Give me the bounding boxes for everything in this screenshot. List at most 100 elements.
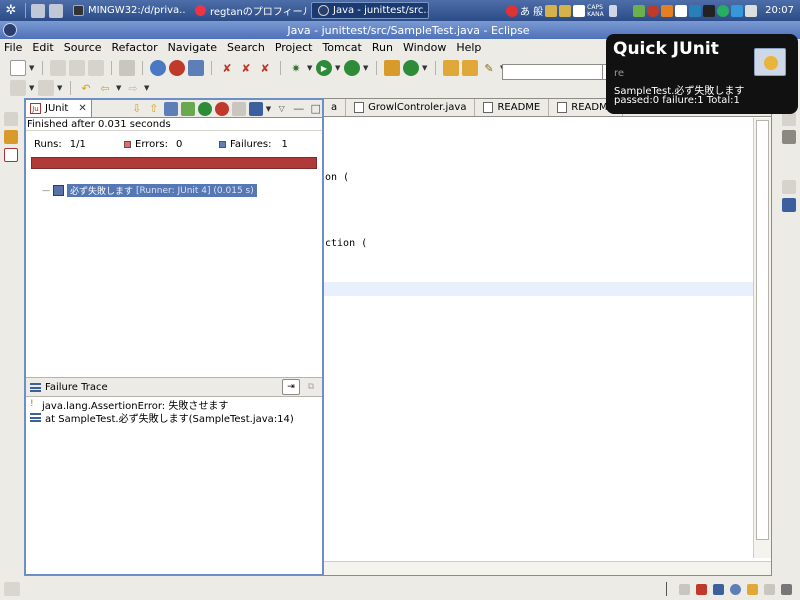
editor-area[interactable]: a GrowlControler.java README README on (… <box>322 98 772 576</box>
minimize-icon[interactable]: — <box>292 102 306 116</box>
maximize-icon[interactable]: □ <box>309 102 323 116</box>
search-combo[interactable]: ▼ <box>502 64 617 80</box>
task-list-icon[interactable] <box>782 198 796 212</box>
restore-icon[interactable] <box>4 112 18 126</box>
eclipse-icon[interactable] <box>3 23 17 37</box>
menu-run[interactable]: Run <box>372 41 393 54</box>
status-icon[interactable] <box>747 583 758 595</box>
status-icon[interactable] <box>781 583 792 595</box>
ime-tool-icon[interactable] <box>545 4 558 17</box>
ime-mode[interactable]: あ 般 <box>520 3 543 18</box>
tree-item[interactable]: — 必ず失敗します [Runner: JUnit 4] (0.015 s) <box>42 184 257 197</box>
prev-failure-icon[interactable]: ⇧ <box>147 102 161 116</box>
layout-icon[interactable] <box>180 101 195 116</box>
menu-window[interactable]: Window <box>403 41 446 54</box>
stop-server-icon[interactable] <box>169 60 185 76</box>
tool-icon[interactable]: ✘ <box>219 60 235 76</box>
tray-app-icon[interactable] <box>661 4 674 17</box>
tray-app-icon[interactable] <box>633 4 646 17</box>
tray-app-icon[interactable] <box>647 4 660 17</box>
menu-project[interactable]: Project <box>275 41 313 54</box>
next-annotation-icon[interactable] <box>10 80 26 96</box>
outline-icon[interactable] <box>782 130 796 144</box>
chevron-down-icon[interactable]: ▼ <box>116 84 122 92</box>
external-tools-icon[interactable] <box>344 60 360 76</box>
filter-stack-icon[interactable]: ⇥ <box>282 379 300 395</box>
open-task-icon[interactable] <box>462 60 478 76</box>
menu-source[interactable]: Source <box>64 41 102 54</box>
restart-server-icon[interactable] <box>188 60 204 76</box>
phone-icon[interactable] <box>703 4 716 17</box>
trace-line[interactable]: at SampleTest.必ず失敗します(SampleTest.java:14… <box>26 411 322 425</box>
close-icon[interactable]: ✕ <box>78 103 86 114</box>
restore-icon[interactable] <box>782 180 796 194</box>
quicklaunch-icon[interactable] <box>49 3 63 18</box>
view-menu-icon[interactable]: ▽ <box>275 102 289 116</box>
tray-menu-icon[interactable] <box>609 4 618 17</box>
ime-dict-icon[interactable] <box>559 4 572 17</box>
globe-icon[interactable] <box>150 60 166 76</box>
quick-junit-notification[interactable]: Quick JUnit re SampleTest.必ず失敗します passed… <box>606 34 798 114</box>
fast-view-icon[interactable] <box>4 582 20 596</box>
test-tree[interactable]: — 必ず失敗します [Runner: JUnit 4] (0.015 s) <box>26 184 322 374</box>
test-history-icon[interactable] <box>248 101 263 116</box>
menu-search[interactable]: Search <box>227 41 265 54</box>
tab-junit[interactable]: Ju JUnit ✕ <box>26 100 92 117</box>
desktop-icon[interactable] <box>31 3 45 18</box>
print-icon[interactable] <box>88 60 104 76</box>
new-icon[interactable] <box>10 60 26 76</box>
help-icon[interactable] <box>573 4 586 17</box>
rerun-icon[interactable] <box>197 101 212 116</box>
tab-growlcontroler[interactable]: GrowlControler.java <box>346 99 476 116</box>
ime-icon[interactable] <box>505 4 518 17</box>
debug-icon[interactable]: ✷ <box>288 60 304 76</box>
vertical-scrollbar[interactable] <box>753 118 771 558</box>
task-eclipse[interactable]: Java - junittest/src... <box>311 2 429 19</box>
server-icon[interactable] <box>119 60 135 76</box>
restore-icon[interactable] <box>782 112 796 126</box>
chevron-down-icon[interactable]: ▼ <box>29 84 35 92</box>
chevron-down-icon[interactable]: ▼ <box>144 84 150 92</box>
save-all-icon[interactable] <box>69 60 85 76</box>
tab-editor-partial[interactable]: a <box>323 99 347 116</box>
task-mingw[interactable]: MINGW32:/d/priva... <box>67 2 185 19</box>
status-icon[interactable] <box>730 583 741 595</box>
start-menu-icon[interactable]: ✲ <box>0 0 22 21</box>
chevron-down-icon[interactable]: ▼ <box>29 64 35 72</box>
search-icon[interactable]: ✎ <box>481 60 497 76</box>
menu-navigate[interactable]: Navigate <box>168 41 217 54</box>
run-icon[interactable]: ▶ <box>316 60 332 76</box>
horizontal-scrollbar[interactable] <box>323 561 771 575</box>
menu-help[interactable]: Help <box>456 41 481 54</box>
tray-app-icon[interactable] <box>675 4 688 17</box>
next-failure-icon[interactable]: ⇩ <box>130 102 144 116</box>
volume-icon[interactable] <box>745 4 758 17</box>
tool-icon[interactable]: ✘ <box>257 60 273 76</box>
scrollbar-thumb[interactable] <box>756 120 769 540</box>
chevron-down-icon[interactable]: ▼ <box>335 64 341 72</box>
menu-refactor[interactable]: Refactor <box>112 41 158 54</box>
failure-trace[interactable]: ! java.lang.AssertionError: 失敗させます at Sa… <box>26 398 322 425</box>
chevron-down-icon[interactable]: ▼ <box>307 64 313 72</box>
tray-app-icon[interactable] <box>717 4 730 17</box>
new-package-icon[interactable] <box>384 60 400 76</box>
menu-tomcat[interactable]: Tomcat <box>322 41 361 54</box>
task-browser[interactable]: regtanのプロフィール ... <box>189 2 307 19</box>
compare-icon[interactable]: ⧉ <box>302 379 320 395</box>
status-icon[interactable] <box>696 583 707 595</box>
junit-icon[interactable] <box>4 148 18 162</box>
menu-edit[interactable]: Edit <box>32 41 53 54</box>
tool-icon[interactable]: ✘ <box>238 60 254 76</box>
menu-file[interactable]: File <box>4 41 22 54</box>
clock[interactable]: 20:07 <box>765 5 794 16</box>
hierarchy-icon[interactable] <box>4 130 18 144</box>
back-icon[interactable]: ⇦ <box>97 80 113 96</box>
chevron-down-icon[interactable]: ▼ <box>266 105 272 113</box>
stop-icon[interactable] <box>231 101 246 116</box>
status-icon[interactable] <box>764 583 775 595</box>
chevron-down-icon[interactable]: ▼ <box>422 64 428 72</box>
tab-readme[interactable]: README <box>475 99 550 116</box>
tray-app-icon[interactable] <box>689 4 702 17</box>
progress-icon[interactable] <box>679 583 690 595</box>
open-type-icon[interactable] <box>443 60 459 76</box>
